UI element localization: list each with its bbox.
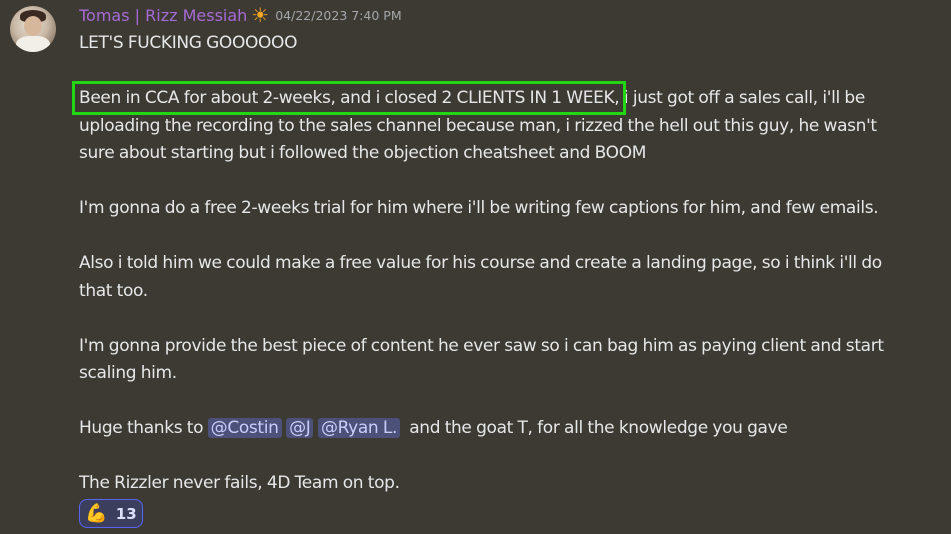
flexed-biceps-icon: 💪 bbox=[85, 502, 108, 524]
message-paragraph-1-line-3: sure about starting but i followed the o… bbox=[79, 143, 647, 163]
highlighted-text: Been in CCA for about 2-weeks, and i clo… bbox=[71, 81, 627, 115]
message-line-1: LET'S FUCKING GOOOOOO bbox=[79, 33, 298, 53]
message-paragraph-4-line-2: scaling him. bbox=[79, 363, 177, 383]
message-paragraph-1: Been in CCA for about 2-weeks, and i clo… bbox=[71, 81, 929, 115]
reaction-count: 13 bbox=[115, 504, 137, 523]
thanks-prefix: Huge thanks to bbox=[79, 418, 208, 438]
message-paragraph-3-line-1: Also i told him we could make a free val… bbox=[79, 253, 882, 273]
mention-ryan-l[interactable]: @Ryan L. bbox=[317, 418, 401, 438]
username[interactable]: Tomas | Rizz Messiah bbox=[79, 6, 247, 25]
avatar-body bbox=[16, 36, 50, 52]
thanks-suffix: and the goat T, for all the knowledge yo… bbox=[409, 418, 788, 438]
message-paragraph-4-line-1: I'm gonna provide the best piece of cont… bbox=[79, 335, 884, 356]
user-avatar[interactable] bbox=[10, 6, 56, 52]
chat-message: Tomas | Rizz Messiah ☀ 04/22/2023 7:40 P… bbox=[0, 0, 951, 534]
message-closing: The Rizzler never fails, 4D Team on top. bbox=[79, 473, 400, 493]
timestamp[interactable]: 04/22/2023 7:40 PM bbox=[275, 8, 401, 23]
message-paragraph-2: I'm gonna do a free 2-weeks trial for hi… bbox=[79, 198, 879, 218]
avatar-face bbox=[24, 16, 42, 36]
sun-icon: ☀ bbox=[251, 3, 270, 27]
message-header: Tomas | Rizz Messiah ☀ 04/22/2023 7:40 P… bbox=[79, 3, 402, 27]
message-paragraph-3-line-2: that too. bbox=[79, 280, 148, 301]
mention-costin[interactable]: @Costin bbox=[207, 418, 282, 438]
reaction-button[interactable]: 💪 13 bbox=[79, 499, 143, 528]
mention-j[interactable]: @J bbox=[286, 418, 314, 438]
message-thanks-line: Huge thanks to @Costin @J @Ryan L. and t… bbox=[79, 415, 929, 443]
paragraph-1-rest: i just got off a sales call, i'll be bbox=[619, 88, 865, 108]
message-content: LET'S FUCKING GOOOOOO Been in CCA for ab… bbox=[71, 30, 929, 498]
message-paragraph-1-line-2: uploading the recording to the sales cha… bbox=[79, 115, 877, 136]
